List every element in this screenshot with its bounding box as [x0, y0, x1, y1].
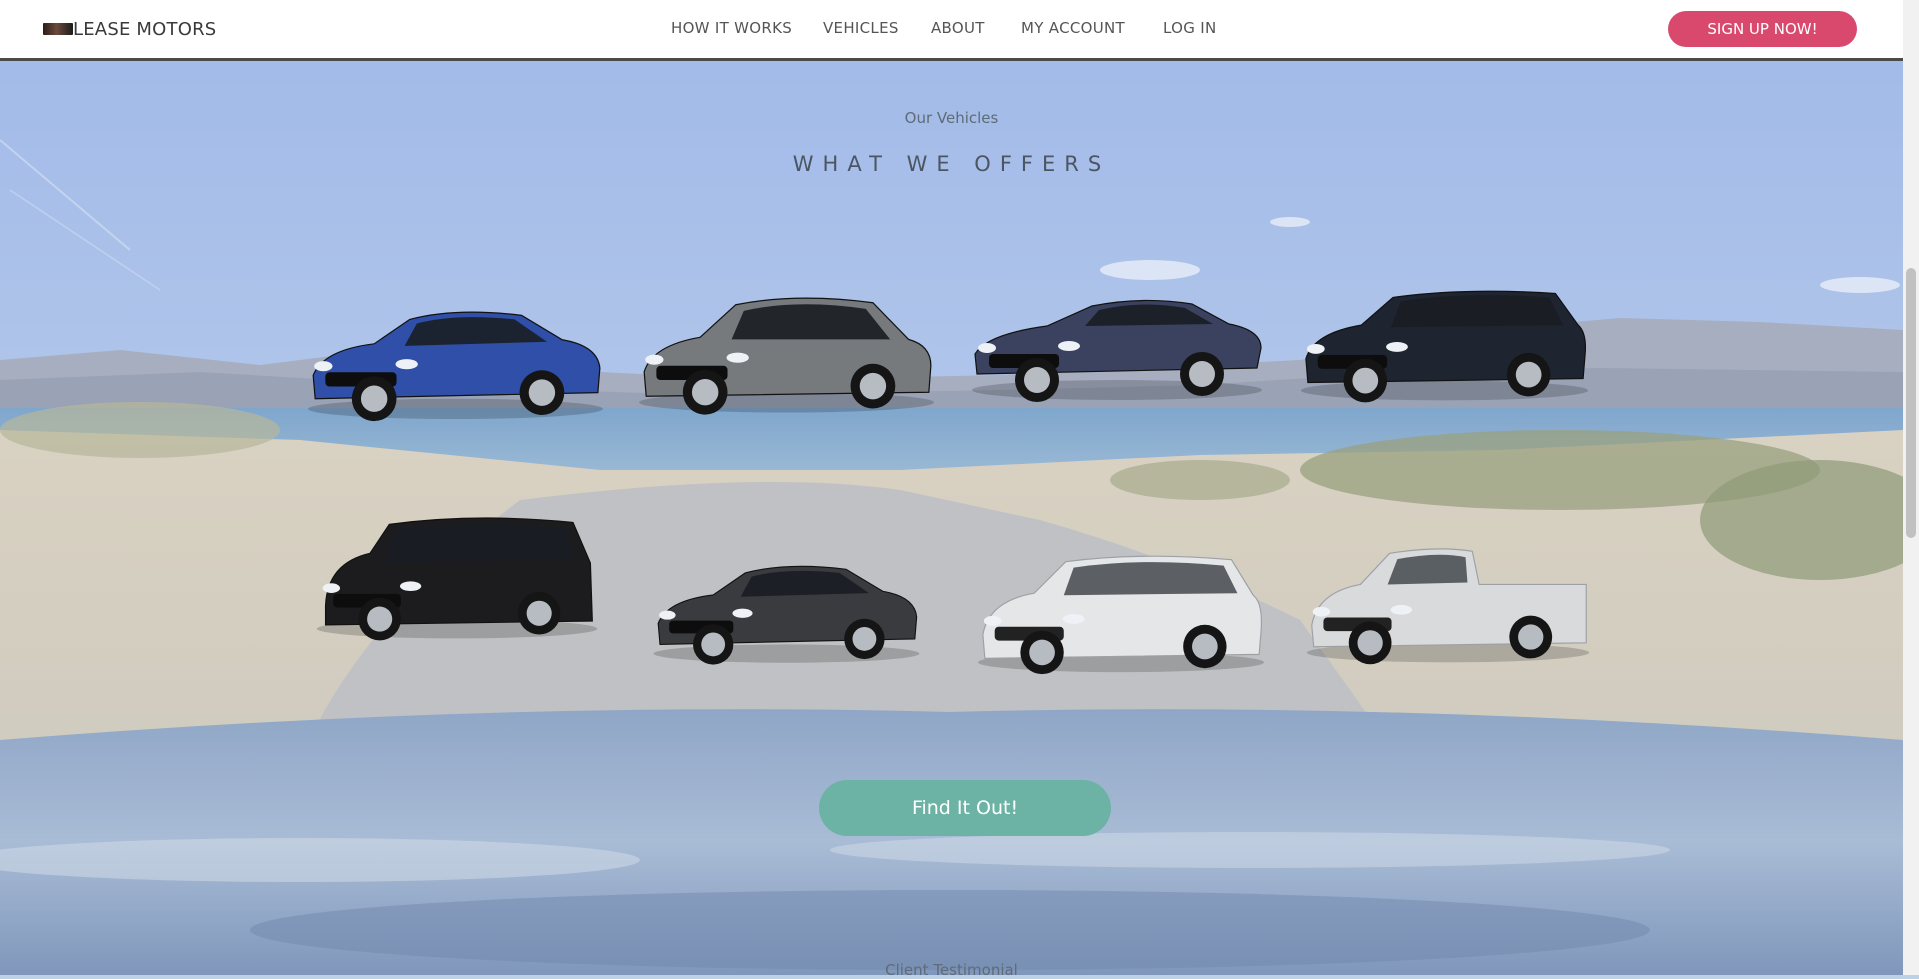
nav-about[interactable]: ABOUT: [931, 19, 985, 37]
site-header: LEASE MOTORS HOW IT WORKS VEHICLES ABOUT…: [0, 0, 1903, 61]
nav-vehicles[interactable]: VEHICLES: [823, 19, 899, 37]
mercedes-van-headlight-left: [322, 583, 341, 593]
bmw-sedan-image: [308, 311, 603, 422]
bmw-sedan-rim-1: [360, 385, 388, 412]
aston-coupe-rim-2: [1189, 361, 1215, 387]
vw-hatchback-headlight-left: [645, 354, 664, 365]
vw-hatchback-rim-2: [859, 372, 887, 400]
hyundai-suv-rim-2: [1192, 633, 1218, 660]
nav-log-in[interactable]: LOG IN: [1163, 19, 1216, 37]
aston-coupe-image: [972, 299, 1262, 402]
vehicle-vw-hatchback: [634, 266, 939, 431]
toyota-sedan-image: [653, 565, 920, 665]
audi-wagon-rim-2: [1515, 361, 1542, 388]
bmw-sedan-headlight-left: [314, 361, 333, 372]
audi-wagon-windows: [1391, 295, 1564, 328]
vw-hatchback-rim-1: [691, 379, 719, 406]
hyundai-suv-image: [977, 555, 1265, 675]
logo-icon: [43, 23, 73, 35]
bmw-sedan-rim-2: [528, 379, 556, 406]
toyota-pickup-image: [1306, 548, 1590, 665]
toyota-sedan-headlight-left: [659, 610, 676, 620]
toyota-sedan-rim-2: [852, 627, 877, 651]
aston-coupe-headlight-right: [1058, 341, 1080, 351]
mercedes-van-image: [316, 517, 598, 641]
aston-coupe-rim-1: [1024, 367, 1050, 393]
logo[interactable]: LEASE MOTORS: [43, 18, 216, 40]
audi-wagon-image: [1300, 290, 1589, 403]
section-subtitle: Our Vehicles: [904, 109, 999, 127]
vehicle-hyundai-suv: [973, 525, 1269, 695]
audi-wagon-rim-1: [1352, 367, 1379, 394]
vehicle-mercedes-van: [312, 490, 602, 665]
hyundai-suv-headlight-right: [1062, 613, 1085, 624]
vehicle-aston-coupe: [966, 262, 1268, 412]
hyundai-suv-rim-1: [1029, 639, 1055, 666]
toyota-sedan-headlight-right: [732, 608, 753, 618]
mercedes-van-rim-2: [526, 600, 552, 626]
toyota-pickup-windows: [1387, 554, 1468, 585]
mercedes-van-rim-1: [367, 606, 393, 632]
hyundai-suv-windows: [1063, 562, 1238, 596]
sign-up-button[interactable]: SIGN UP NOW!: [1668, 11, 1857, 47]
section-title: WHAT WE OFFERS: [792, 152, 1111, 176]
nav-how-it-works[interactable]: HOW IT WORKS: [671, 19, 792, 37]
toyota-pickup-rim-2: [1518, 624, 1544, 650]
audi-wagon-headlight-left: [1306, 343, 1325, 354]
client-testimonial-label: Client Testimonial: [885, 961, 1018, 979]
vehicle-toyota-pickup: [1302, 517, 1594, 685]
mercedes-van-headlight-right: [399, 581, 422, 592]
toyota-pickup-headlight-right: [1390, 604, 1412, 615]
aston-coupe-headlight-left: [978, 343, 996, 353]
nav-my-account[interactable]: MY ACCOUNT: [1021, 19, 1125, 37]
vehicle-bmw-sedan: [303, 275, 608, 435]
page-scrollbar[interactable]: [1903, 0, 1919, 975]
toyota-pickup-rim-1: [1357, 630, 1383, 656]
toyota-pickup-headlight-left: [1312, 606, 1331, 617]
vw-hatchback-headlight-right: [726, 352, 749, 363]
mercedes-van-windows: [383, 523, 575, 563]
hyundai-suv-headlight-left: [983, 615, 1002, 626]
vehicle-toyota-sedan: [649, 535, 924, 675]
scrollbar-thumb[interactable]: [1906, 268, 1916, 538]
bmw-sedan-headlight-right: [395, 359, 418, 370]
vw-hatchback-image: [639, 297, 934, 415]
logo-text: LEASE MOTORS: [73, 18, 217, 40]
vehicle-audi-wagon: [1296, 258, 1593, 418]
audi-wagon-headlight-right: [1386, 341, 1408, 352]
toyota-sedan-rim-1: [701, 632, 726, 657]
find-it-out-button[interactable]: Find It Out!: [819, 780, 1111, 836]
